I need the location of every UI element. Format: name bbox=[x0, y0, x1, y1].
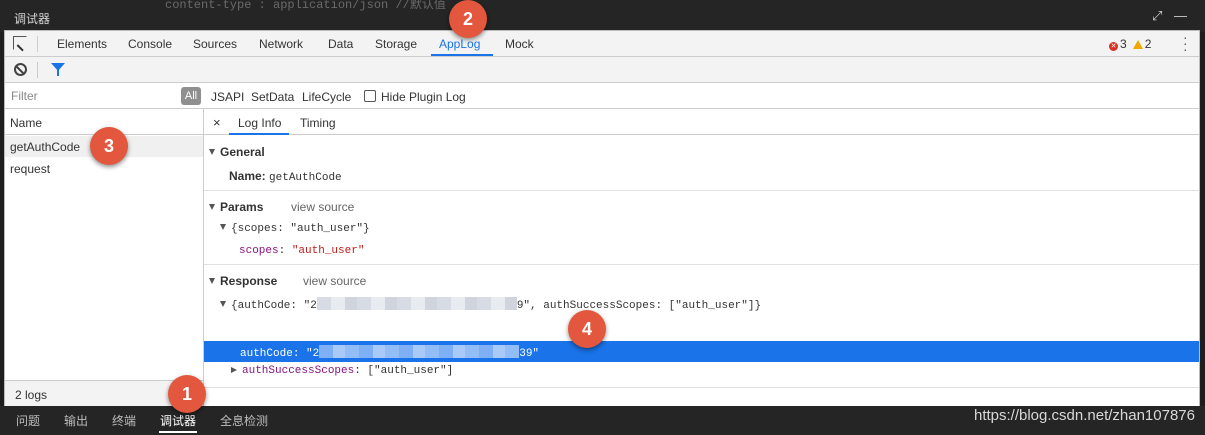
params-section: Params view source {scopes: "auth_user"}… bbox=[204, 191, 1199, 265]
params-view-source-link[interactable]: view source bbox=[291, 200, 354, 214]
tab-terminal[interactable]: 终端 bbox=[112, 412, 136, 429]
authcode-suffix: 39" bbox=[519, 348, 540, 360]
hide-plugin-log-label[interactable]: Hide Plugin Log bbox=[381, 90, 466, 104]
error-count: 3 bbox=[1120, 37, 1127, 51]
tab-mock[interactable]: Mock bbox=[505, 37, 534, 51]
property-value: ["auth_user"] bbox=[367, 365, 454, 377]
tab-log-info[interactable]: Log Info bbox=[238, 116, 281, 130]
tab-applog[interactable]: AppLog bbox=[439, 37, 480, 51]
property-value: "auth_user" bbox=[291, 245, 365, 257]
annotation-badge-2: 2 bbox=[449, 0, 487, 38]
annotation-badge-4: 4 bbox=[568, 310, 606, 348]
property-key: authCode bbox=[240, 348, 293, 360]
active-tab-indicator bbox=[431, 54, 493, 56]
params-property-row: scopes: "auth_user" bbox=[239, 245, 365, 257]
detail-tabbar: × Log Info Timing bbox=[204, 109, 1199, 135]
divider bbox=[37, 36, 38, 52]
name-label: Name: bbox=[229, 169, 266, 183]
window-title: 调试器 bbox=[14, 12, 51, 26]
minimize-icon[interactable]: — bbox=[1174, 8, 1187, 23]
annotation-badge-1: 1 bbox=[168, 375, 206, 413]
tab-console[interactable]: Console bbox=[128, 37, 172, 51]
name-value: getAuthCode bbox=[269, 172, 342, 184]
warning-icon bbox=[1132, 40, 1143, 49]
params-object-row[interactable]: {scopes: "auth_user"} bbox=[220, 223, 370, 235]
issues-counter[interactable]: ✕ 3 2 bbox=[1109, 37, 1151, 51]
tab-network[interactable]: Network bbox=[259, 37, 303, 51]
expand-icon bbox=[220, 224, 226, 230]
expand-icon[interactable]: ⤢ bbox=[1152, 8, 1162, 24]
section-title: Response bbox=[220, 274, 278, 288]
error-icon: ✕ bbox=[1109, 42, 1118, 51]
authcode-prefix: "2 bbox=[306, 348, 320, 360]
tab-holographic-check[interactable]: 全息检测 bbox=[220, 412, 268, 429]
more-options-icon[interactable]: · · · bbox=[1183, 30, 1188, 56]
general-header[interactable]: General bbox=[209, 145, 265, 159]
params-header[interactable]: Params bbox=[209, 200, 263, 214]
expand-icon bbox=[231, 367, 237, 373]
property-key: authSuccessScopes bbox=[242, 365, 355, 377]
params-summary: {scopes: "auth_user"} bbox=[231, 223, 370, 235]
general-name-row: Name: getAuthCode bbox=[229, 169, 342, 184]
response-view-source-link[interactable]: view source bbox=[303, 274, 366, 288]
tab-debugger[interactable]: 调试器 bbox=[160, 412, 196, 429]
collapse-icon bbox=[209, 278, 215, 284]
filter-jsapi[interactable]: JSAPI bbox=[211, 90, 244, 104]
general-section: General Name: getAuthCode bbox=[204, 136, 1199, 191]
collapse-icon bbox=[209, 204, 215, 210]
filter-all-button[interactable]: All bbox=[181, 87, 201, 105]
log-detail: × Log Info Timing General Name: getAuthC… bbox=[204, 109, 1199, 406]
editor-code-line: content-type : application/json //默认值 bbox=[165, 0, 446, 12]
close-icon[interactable]: × bbox=[213, 115, 221, 130]
filter-input[interactable] bbox=[9, 87, 173, 105]
redacted-value bbox=[316, 297, 517, 310]
filter-bar: All JSAPI SetData LifeCycle Hide Plugin … bbox=[5, 83, 1199, 109]
devtools-panel: Elements Console Sources Network Data St… bbox=[4, 30, 1200, 406]
response-summary-prefix: {authCode: "2 bbox=[231, 300, 317, 312]
hide-plugin-log-checkbox[interactable] bbox=[364, 90, 376, 102]
warning-count: 2 bbox=[1144, 37, 1152, 51]
ide-window: content-type : application/json //默认值 调试… bbox=[0, 0, 1205, 435]
tab-data[interactable]: Data bbox=[328, 37, 353, 51]
active-tab-indicator bbox=[159, 431, 197, 433]
section-title: Params bbox=[220, 200, 264, 214]
tab-storage[interactable]: Storage bbox=[375, 37, 417, 51]
tab-sources[interactable]: Sources bbox=[193, 37, 237, 51]
response-header[interactable]: Response bbox=[209, 274, 277, 288]
expand-icon bbox=[220, 301, 226, 307]
scopes-row[interactable]: authSuccessScopes: ["auth_user"] bbox=[231, 365, 453, 377]
section-title: General bbox=[220, 145, 265, 159]
redacted-value bbox=[319, 345, 520, 358]
clear-log-icon[interactable] bbox=[14, 63, 27, 76]
watermark: https://blog.csdn.net/zhan107876 bbox=[973, 407, 1195, 424]
active-tab-indicator bbox=[229, 133, 289, 135]
tab-timing[interactable]: Timing bbox=[300, 116, 336, 130]
inspect-element-icon[interactable] bbox=[13, 36, 27, 50]
annotation-badge-3: 3 bbox=[90, 127, 128, 165]
collapse-icon bbox=[209, 149, 215, 155]
filter-icon[interactable] bbox=[51, 63, 65, 76]
devtools-tabbar: Elements Console Sources Network Data St… bbox=[5, 30, 1199, 57]
filter-lifecycle[interactable]: LifeCycle bbox=[302, 90, 351, 104]
divider bbox=[37, 62, 38, 78]
applog-toolbar bbox=[5, 57, 1199, 83]
title-bar: content-type : application/json //默认值 调试… bbox=[0, 0, 1205, 32]
authcode-row: authCode: "2 39" bbox=[240, 345, 539, 360]
tab-elements[interactable]: Elements bbox=[57, 37, 107, 51]
response-object-row[interactable]: {authCode: "2 9", authSuccessScopes: ["au… bbox=[220, 297, 761, 312]
response-summary-suffix: 9", authSuccessScopes: ["auth_user"]} bbox=[516, 300, 762, 312]
filter-setdata[interactable]: SetData bbox=[251, 90, 294, 104]
property-key: scopes bbox=[239, 245, 279, 257]
tab-problems[interactable]: 问题 bbox=[16, 412, 40, 429]
tab-output[interactable]: 输出 bbox=[64, 412, 88, 429]
